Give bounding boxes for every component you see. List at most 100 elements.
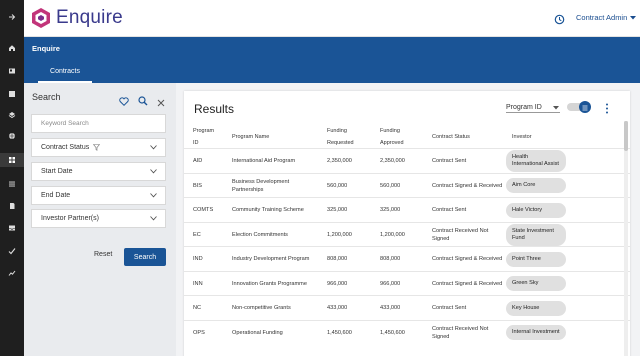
investor-chip[interactable]: State Investment Fund [506, 223, 566, 246]
keyword-search-input[interactable] [41, 120, 151, 127]
table-cell-status: Contract Signed & Received [432, 280, 503, 287]
inbox-icon[interactable] [0, 222, 24, 234]
apps-icon[interactable] [0, 178, 24, 190]
keyword-search-field [31, 114, 166, 133]
expand-arrow-icon[interactable] [0, 11, 24, 23]
brand-logo[interactable]: Enquire [30, 7, 123, 29]
user-menu[interactable]: Contract Admin [576, 13, 637, 22]
globe-icon[interactable] [0, 130, 24, 142]
investor-chip[interactable]: Point Three [506, 251, 566, 267]
investor-chip[interactable]: Health International Assist [506, 150, 566, 173]
more-options-icon[interactable] [605, 101, 609, 119]
table-cell-approved: 433,000 [380, 305, 401, 312]
col-header-funding-approved[interactable]: Funding Approved [380, 125, 404, 149]
history-icon[interactable] [554, 12, 565, 30]
investor-chip[interactable]: Green Sky [506, 276, 566, 292]
table-cell-status: Contract Sent [432, 207, 467, 214]
table-cell-status: Contract Received Not Signed [432, 325, 489, 340]
table-cell-id: COMTS [193, 207, 214, 214]
close-icon[interactable] [157, 94, 165, 112]
sidebar-rail [0, 0, 24, 356]
table-cell-requested: 433,000 [327, 305, 348, 312]
favorite-heart-icon[interactable] [119, 93, 129, 111]
filter-investor-partners[interactable]: Investor Partner(s) [31, 209, 166, 228]
col-header-program-id[interactable]: Program ID [193, 125, 214, 149]
col-header-contract-status[interactable]: Contract Status [432, 131, 470, 143]
trend-icon[interactable] [0, 267, 24, 279]
table-cell-approved: 1,450,600 [380, 329, 405, 336]
document-icon[interactable] [0, 200, 24, 212]
sort-select[interactable]: Program ID [506, 102, 560, 113]
table-cell-id: NC [193, 305, 202, 312]
table-cell-requested: 2,350,000 [327, 158, 352, 165]
table-cell-approved: 966,000 [380, 280, 401, 287]
col-header-funding-requested[interactable]: Funding Requested [327, 125, 354, 149]
filter-end-date[interactable]: End Date [31, 186, 166, 205]
table-cell-name: Innovation Grants Programme [232, 280, 307, 287]
table-cell-status: Contract Signed & Received [432, 256, 503, 263]
table-cell-requested: 325,000 [327, 207, 348, 214]
results-scrollbar[interactable] [624, 121, 628, 356]
table-cell-requested: 1,200,000 [327, 231, 352, 238]
header-line: Program [193, 128, 215, 134]
table-cell-id: EC [193, 231, 201, 238]
table-cell-requested: 808,000 [327, 256, 348, 263]
check-icon[interactable] [0, 245, 24, 257]
investor-chip[interactable]: Hale Victory [506, 202, 566, 218]
col-header-investor[interactable]: Investor [512, 131, 532, 143]
filter-label: Contract Status [41, 144, 90, 151]
view-toggle[interactable] [567, 101, 591, 113]
table-cell-approved: 1,200,000 [380, 231, 405, 238]
table-cell-id: AID [193, 158, 203, 165]
table-cell-name: Non-competitive Grants [232, 305, 291, 312]
brand-mark-icon [32, 8, 50, 28]
top-bar: Enquire Contract Admin [24, 0, 640, 37]
table-cell-status: Contract Sent [432, 305, 467, 312]
table-cell-status: Contract Signed & Received [432, 182, 503, 189]
table-cell-approved: 325,000 [380, 207, 401, 214]
table-cell-requested: 1,450,600 [327, 329, 352, 336]
results-card: Results Program ID Program ID Program Na… [184, 91, 630, 356]
filter-label: Investor Partner(s) [41, 215, 99, 222]
investor-chip[interactable]: Key House [506, 300, 566, 316]
table-cell-approved: 808,000 [380, 256, 401, 263]
col-header-program-name[interactable]: Program Name [232, 131, 269, 143]
sort-value: Program ID [506, 103, 542, 111]
filter-label: Start Date [41, 168, 73, 175]
table-cell-approved: 560,000 [380, 182, 401, 189]
results-title: Results [194, 102, 235, 116]
search-button[interactable]: Search [124, 248, 166, 266]
contact-card-icon[interactable] [0, 65, 24, 77]
investor-chip[interactable]: Internal Investment [506, 325, 566, 341]
reset-button[interactable]: Reset [94, 251, 112, 258]
search-panel: Search Contract Status Start Date End Da… [24, 83, 176, 356]
home-icon[interactable] [0, 42, 24, 54]
table-cell-name: International Aid Program [232, 158, 296, 165]
tab-contracts[interactable]: Contracts [38, 61, 92, 83]
header-line: Funding [380, 128, 400, 134]
chevron-down-icon [150, 216, 157, 223]
chevron-down-icon [150, 145, 157, 152]
table-cell-id: OPS [193, 329, 205, 336]
table-cell-name: Operational Funding [232, 329, 283, 336]
table-cell-requested: 966,000 [327, 280, 348, 287]
package-icon[interactable] [0, 88, 24, 100]
scrollbar-thumb[interactable] [624, 121, 628, 151]
investor-chip[interactable]: Aim Core [506, 178, 566, 194]
brand-name: Enquire [56, 7, 123, 28]
table-cell-status: Contract Sent [432, 158, 467, 165]
filter-contract-status[interactable]: Contract Status [31, 138, 166, 157]
grid-icon[interactable] [0, 153, 24, 167]
list-view-icon [582, 105, 588, 111]
filter-start-date[interactable]: Start Date [31, 162, 166, 181]
table-cell-status: Contract Received Not Signed [432, 227, 489, 242]
table-cell-id: IND [193, 256, 203, 263]
chevron-down-icon [150, 193, 157, 200]
user-label: Contract Admin [576, 13, 628, 22]
toggle-knob [579, 101, 591, 113]
table-cell-name: Industry Development Program [232, 256, 310, 263]
layers-icon[interactable] [0, 109, 24, 121]
header-line: Funding [327, 128, 347, 134]
saved-search-icon[interactable] [138, 93, 148, 111]
table-cell-name: Community Training Scheme [232, 207, 304, 214]
